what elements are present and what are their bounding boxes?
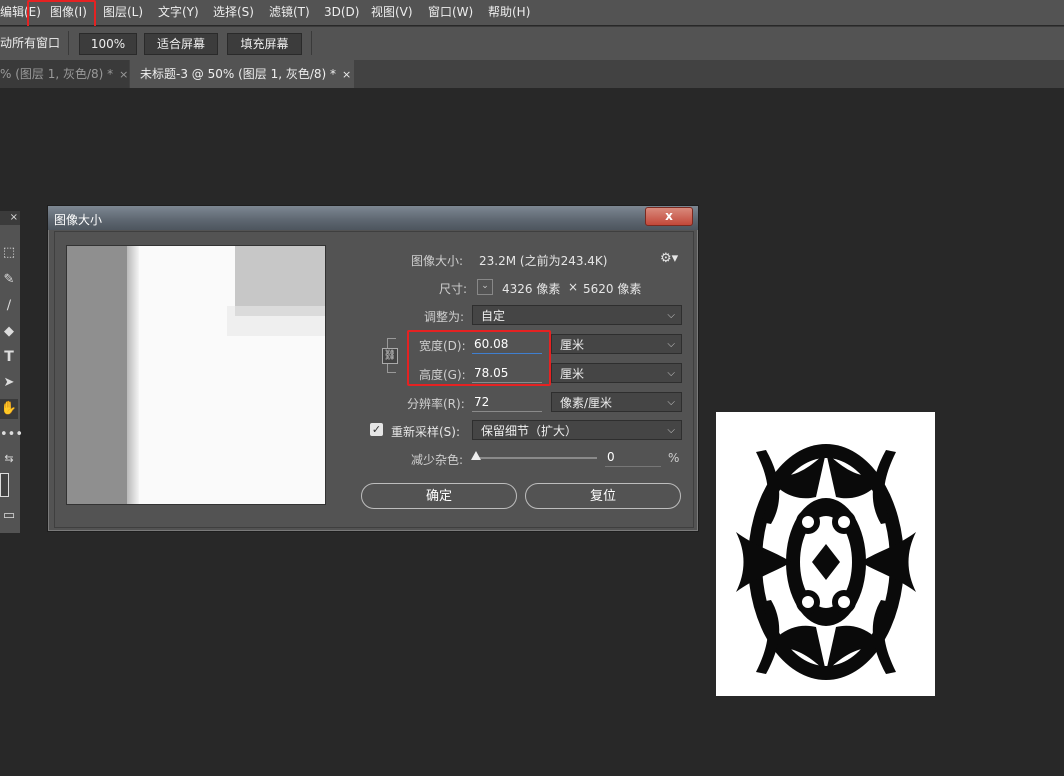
eraser-icon[interactable]: ◆ xyxy=(0,322,18,342)
dialog-body: 图像大小: 23.2M (之前为243.4K) ⚙▾ 尺寸: ⌄ 4326 像素… xyxy=(54,231,694,528)
resolution-unit-value: 像素/厘米 xyxy=(560,396,613,410)
options-bar: 动所有窗口 100% 适合屏幕 填充屏幕 xyxy=(0,26,1064,61)
close-icon[interactable]: × xyxy=(0,211,20,225)
reduce-noise-slider-track[interactable] xyxy=(475,457,597,459)
screen-mode-icon[interactable]: ▭ xyxy=(0,506,18,526)
document-tabs: % (图层 1, 灰色/8) * × 未标题-3 @ 50% (图层 1, 灰色/… xyxy=(0,60,1064,88)
scroll-all-windows-label[interactable]: 动所有窗口 xyxy=(0,35,60,51)
image-size-value: 23.2M (之前为243.4K) xyxy=(479,254,608,268)
tab-label: % (图层 1, 灰色/8) * xyxy=(0,67,114,81)
tab-document-1[interactable]: % (图层 1, 灰色/8) * × xyxy=(0,60,129,88)
divider xyxy=(68,31,69,55)
menu-filter[interactable]: 滤镜(T) xyxy=(269,4,310,20)
reset-button[interactable]: 复位 xyxy=(525,483,681,509)
resample-value: 保留细节（扩大） xyxy=(481,424,578,438)
tab-document-2[interactable]: 未标题-3 @ 50% (图层 1, 灰色/8) * × xyxy=(130,60,354,88)
preview-image xyxy=(67,246,325,504)
menu-type[interactable]: 文字(Y) xyxy=(158,4,199,20)
tab-label: 未标题-3 @ 50% (图层 1, 灰色/8) * xyxy=(140,67,337,81)
reduce-noise-input[interactable]: 0 xyxy=(605,447,661,467)
chevron-down-icon: ⌵ xyxy=(667,339,675,350)
dialog-titlebar[interactable]: 图像大小 x xyxy=(48,206,698,230)
chevron-down-icon: ⌵ xyxy=(667,397,675,408)
menu-help[interactable]: 帮助(H) xyxy=(488,4,530,20)
path-select-icon[interactable]: ➤ xyxy=(0,373,18,393)
fit-to-label: 调整为: xyxy=(424,310,465,324)
reduce-noise-slider-handle[interactable] xyxy=(471,451,481,460)
chevron-down-icon[interactable]: ⌄ xyxy=(477,279,493,295)
menu-window[interactable]: 窗口(W) xyxy=(428,4,473,20)
swap-colors-icon[interactable]: ⇆ xyxy=(0,449,18,469)
pencil-icon[interactable]: ∕ xyxy=(0,296,18,316)
dimensions-width: 4326 像素 xyxy=(502,282,561,296)
chevron-down-icon: ⌵ xyxy=(667,310,675,321)
chevron-down-icon: ⌵ xyxy=(667,368,675,379)
chevron-down-icon: ⌵ xyxy=(667,425,675,436)
divider xyxy=(311,31,312,55)
tools-panel: × ⬚ ✎ ∕ ◆ T ➤ ✋ ••• ⇆ ▭ xyxy=(0,211,23,533)
gear-icon[interactable]: ⚙▾ xyxy=(660,251,678,266)
brush-icon[interactable]: ✎ xyxy=(0,270,18,290)
color-swatch[interactable] xyxy=(0,473,9,497)
menu-layer[interactable]: 图层(L) xyxy=(103,4,143,20)
reduce-noise-label: 减少杂色: xyxy=(411,453,464,467)
resample-label: 重新采样(S): xyxy=(391,425,461,439)
resolution-input[interactable]: 72 xyxy=(472,392,542,412)
reduce-noise-unit: % xyxy=(668,451,680,465)
resample-select[interactable]: 保留细节（扩大） ⌵ xyxy=(472,420,682,440)
image-size-label: 图像大小: xyxy=(411,254,464,268)
menu-view[interactable]: 视图(V) xyxy=(371,4,413,20)
height-unit-select[interactable]: 厘米 ⌵ xyxy=(551,363,682,383)
width-unit-value: 厘米 xyxy=(560,338,585,352)
dimensions-height: 5620 像素 xyxy=(583,282,642,296)
more-tools-icon[interactable]: ••• xyxy=(0,425,23,445)
close-icon[interactable]: × xyxy=(342,68,351,81)
image-preview[interactable] xyxy=(66,245,326,505)
height-unit-value: 厘米 xyxy=(560,367,585,381)
dimensions-times: × xyxy=(568,280,579,294)
close-icon[interactable]: × xyxy=(119,68,128,81)
hand-icon[interactable]: ✋ xyxy=(0,399,18,419)
dimensions-label: 尺寸: xyxy=(439,282,468,296)
canvas-artwork[interactable] xyxy=(716,412,935,696)
ok-button[interactable]: 确定 xyxy=(361,483,517,509)
highlight-width-height xyxy=(407,330,551,386)
resample-checkbox[interactable]: ✓ xyxy=(370,423,383,436)
zoom-100-button[interactable]: 100% xyxy=(79,33,137,55)
link-icon[interactable]: ⛓ xyxy=(382,348,398,364)
fill-screen-button[interactable]: 填充屏幕 xyxy=(227,33,302,55)
type-icon[interactable]: T xyxy=(0,347,18,367)
tribal-pattern-image xyxy=(736,444,916,680)
width-unit-select[interactable]: 厘米 ⌵ xyxy=(551,334,682,354)
resolution-label: 分辨率(R): xyxy=(407,397,465,411)
menu-bar: 编辑(E) 图像(I) 图层(L) 文字(Y) 选择(S) 滤镜(T) 3D(D… xyxy=(0,0,1064,25)
fit-screen-button[interactable]: 适合屏幕 xyxy=(144,33,218,55)
menu-3d[interactable]: 3D(D) xyxy=(324,4,359,20)
highlight-image-menu xyxy=(27,0,96,28)
image-size-dialog: 图像大小 x 图像大小: 23.2M (之前为243.4K) ⚙▾ 尺寸: ⌄ … xyxy=(47,205,699,532)
fit-to-value: 自定 xyxy=(481,309,506,323)
resolution-unit-select[interactable]: 像素/厘米 ⌵ xyxy=(551,392,682,412)
dialog-close-button[interactable]: x xyxy=(645,207,693,226)
marquee-icon[interactable]: ⬚ xyxy=(0,243,18,263)
fit-to-select[interactable]: 自定 ⌵ xyxy=(472,305,682,325)
menu-select[interactable]: 选择(S) xyxy=(213,4,254,20)
dialog-title: 图像大小 xyxy=(54,213,103,227)
